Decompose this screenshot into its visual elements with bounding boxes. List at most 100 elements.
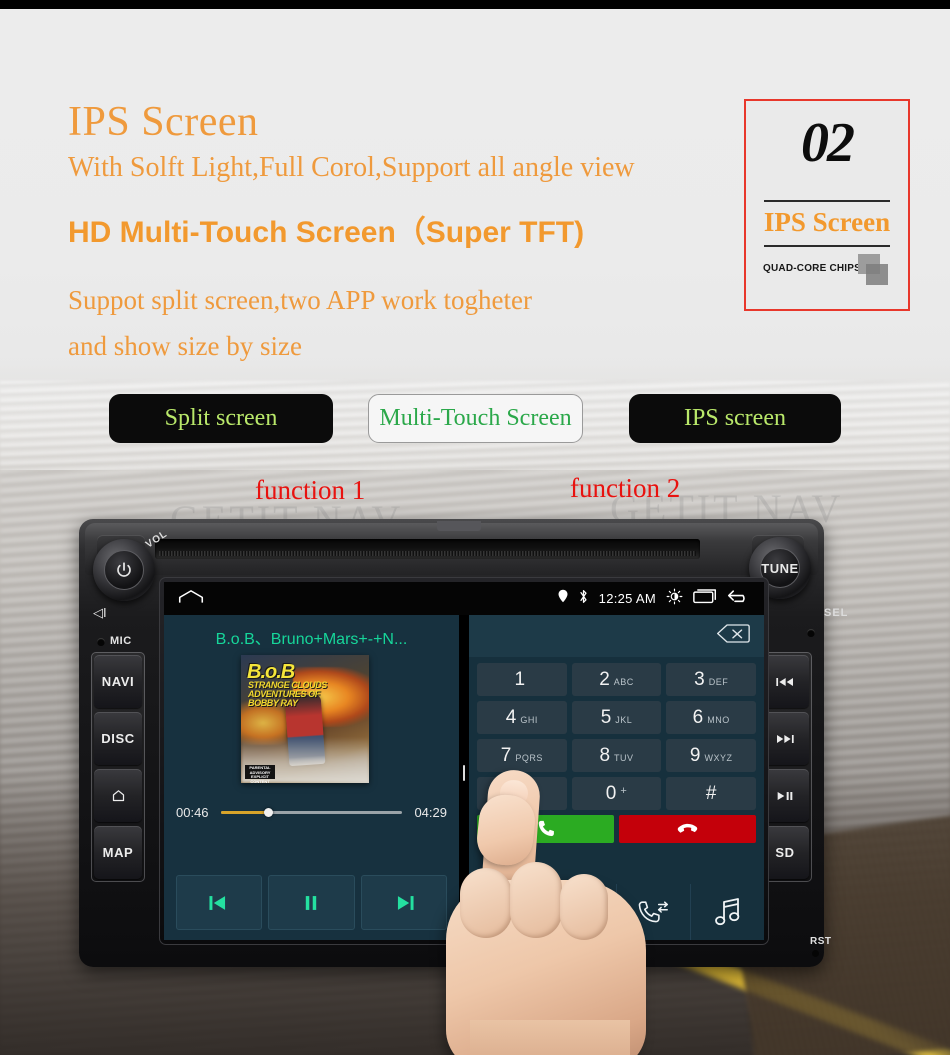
album-subtitle-text: STRANGE CLOUDS ADVENTURES OF BOBBY RAY [248, 680, 327, 708]
status-bar: 12:25 AM [164, 582, 764, 615]
key-number: 3 [694, 669, 705, 690]
dial-key-7[interactable]: 7 PQRS [477, 739, 567, 772]
feature-badge: 02 IPS Screen QUAD-CORE CHIPS [744, 99, 910, 311]
progress-thumb[interactable] [263, 808, 273, 817]
previous-track-icon [209, 895, 226, 910]
key-number: 1 [514, 669, 526, 690]
badge-divider-bottom [764, 245, 890, 247]
mic-label: MIC [110, 635, 132, 647]
key-letters: DEF [708, 677, 729, 687]
key-letters: MNO [707, 715, 730, 725]
key-letters: TUV [614, 753, 634, 763]
function-1-label: function 1 [255, 475, 366, 505]
dial-key-8[interactable]: 8 TUV [571, 739, 662, 772]
reset-label: RST [810, 936, 832, 947]
disc-button[interactable]: DISC [94, 712, 142, 765]
badge-divider-top [764, 200, 890, 202]
badge-chips-label: QUAD-CORE CHIPS [763, 263, 862, 274]
previous-track-icon [776, 677, 793, 686]
left-button-column: NAVI DISC MAP [91, 652, 145, 882]
badge-logo-icon [858, 254, 892, 286]
unit-lens-notch [437, 521, 481, 531]
dial-key-4[interactable]: 4 GHI [477, 701, 567, 734]
headline-subtitle: With Solft Light,Full Corol,Support all … [68, 152, 635, 183]
pill-split-screen[interactable]: Split screen [109, 394, 333, 443]
recents-icon[interactable] [693, 588, 717, 609]
next-track-icon [397, 895, 414, 910]
key-letters: ABC [613, 677, 634, 687]
product-page: IPS Screen With Solft Light,Full Corol,S… [0, 0, 950, 1055]
mic-hole [97, 638, 105, 646]
key-number: 4 [505, 707, 517, 728]
head-unit-top-panel [85, 521, 818, 575]
dialer-number-field[interactable] [469, 615, 764, 657]
clock-time: 12:25 AM [598, 591, 656, 606]
key-number: 2 [599, 669, 610, 690]
dial-key-9[interactable]: 9 WXYZ [666, 739, 757, 772]
brightness-icon[interactable] [666, 588, 683, 610]
current-time: 00:46 [176, 805, 209, 820]
headline-description: Suppot split screen,two APP work toghete… [68, 277, 532, 369]
dial-key-1[interactable]: 1 [477, 663, 567, 696]
key-number: 5 [600, 707, 612, 728]
dialpad-row: 1 2 ABC 3 DEF [477, 663, 757, 696]
music-player-pane[interactable]: B.o.B、Bruno+Mars+-+N... B.o.B STRANGE CL… [164, 615, 459, 940]
bluetooth-icon [578, 589, 589, 609]
power-volume-knob[interactable] [93, 539, 155, 601]
dial-key-3[interactable]: 3 DEF [666, 663, 757, 696]
key-letters: GHI [520, 715, 538, 725]
pill-ips-screen[interactable]: IPS screen [629, 394, 841, 443]
cd-slot [155, 539, 700, 559]
pause-icon [306, 895, 317, 910]
key-letters: PQRS [515, 753, 543, 763]
reset-hole[interactable] [812, 950, 819, 957]
key-letters: JKL [615, 715, 633, 725]
progress-slider[interactable] [220, 808, 403, 817]
knuckle-2 [510, 862, 562, 938]
dial-key-6[interactable]: 6 MNO [666, 701, 757, 734]
badge-number: 02 [801, 112, 855, 174]
dialpad-row: 7 PQRS 8 TUV 9 WXYZ [477, 739, 757, 772]
headline-description-line1: Suppot split screen,two APP work toghete… [68, 285, 532, 315]
sel-label: SEL [824, 607, 849, 619]
key-number: 7 [500, 745, 512, 766]
key-number: 8 [599, 745, 611, 766]
next-track-icon [777, 734, 794, 743]
key-number: 9 [689, 745, 701, 766]
hand-touching-screen [424, 768, 724, 1055]
dialpad-row: 4 GHI 5 JKL 6 MNO [477, 701, 757, 734]
previous-track-button[interactable] [176, 875, 263, 930]
power-icon [117, 562, 131, 577]
headline-secondary-title: HD Multi-Touch Screen（Super TFT) [68, 216, 585, 249]
home-hardware-button[interactable] [94, 769, 142, 822]
backspace-icon [717, 624, 750, 643]
pill-multi-touch-screen[interactable]: Multi-Touch Screen [368, 394, 583, 443]
knuckle-3 [560, 874, 608, 940]
badge-label: IPS Screen [763, 207, 891, 237]
dial-key-2[interactable]: 2 ABC [571, 663, 662, 696]
back-icon[interactable] [727, 588, 750, 609]
location-pin-icon [558, 589, 568, 608]
house-icon [112, 790, 124, 802]
backspace-button[interactable] [716, 623, 750, 644]
pause-button[interactable] [268, 875, 355, 930]
home-icon[interactable] [178, 588, 204, 610]
music-controls [164, 875, 459, 930]
play-pause-icon [777, 791, 793, 800]
map-button[interactable]: MAP [94, 826, 142, 879]
dial-key-5[interactable]: 5 JKL [571, 701, 662, 734]
sel-hole [807, 629, 815, 637]
album-art: B.o.B STRANGE CLOUDS ADVENTURES OF BOBBY… [241, 655, 369, 783]
track-title: B.o.B、Bruno+Mars+-+N... [215, 631, 408, 648]
knuckle-1 [460, 868, 512, 938]
key-letters: WXYZ [704, 753, 733, 763]
parental-advisory-label: PARENTAL ADVISORY EXPLICIT CONTENT [245, 765, 275, 783]
progress-row: 00:46 04:29 [164, 805, 459, 820]
top-black-strip [0, 0, 950, 9]
key-number: 6 [692, 707, 704, 728]
page-title: IPS Screen [68, 99, 259, 145]
navi-button[interactable]: NAVI [94, 655, 142, 708]
function-2-label: function 2 [570, 473, 681, 503]
progress-fill [220, 811, 268, 814]
headline-description-line2: and show size by size [68, 331, 302, 361]
